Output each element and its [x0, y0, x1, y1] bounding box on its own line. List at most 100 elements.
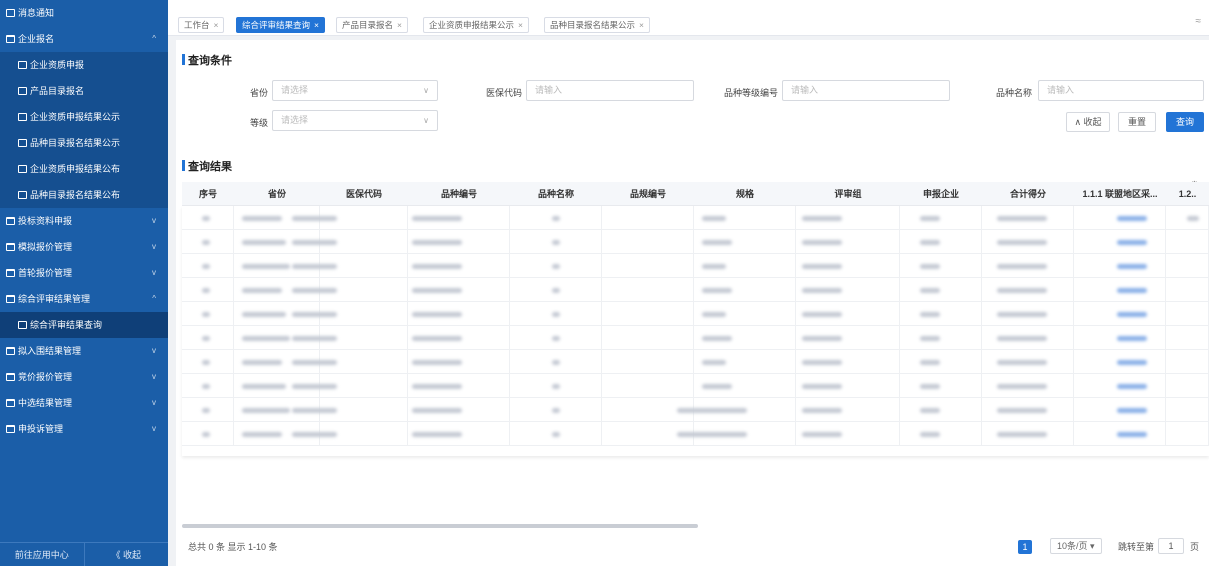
column-header[interactable]: 省份 [234, 182, 320, 206]
redacted-value [552, 360, 560, 365]
table-cell [602, 350, 694, 374]
column-header[interactable]: 评审组 [796, 182, 900, 206]
table-row[interactable] [182, 278, 1209, 302]
column-header[interactable]: 品规编号 [602, 182, 694, 206]
redacted-value [552, 432, 560, 437]
sidebar-item-label: 消息通知 [18, 8, 55, 18]
column-header[interactable]: 品种编号 [408, 182, 510, 206]
folder-icon [6, 373, 15, 381]
app-center-link[interactable]: 前往应用中心 [0, 543, 85, 566]
table-cell [1166, 254, 1209, 278]
variety-name-input[interactable]: 请输入 [1038, 80, 1204, 101]
redacted-value [802, 360, 842, 365]
table-cell [602, 374, 694, 398]
redacted-value [1117, 216, 1147, 221]
page-number-current[interactable]: 1 [1018, 540, 1032, 554]
sidebar-item-label: 企业资质申报结果公布 [30, 164, 121, 174]
table-row[interactable] [182, 398, 1209, 422]
redacted-value [552, 240, 560, 245]
jump-page-input[interactable]: 1 [1158, 538, 1184, 554]
grade-select[interactable]: 请选择 ∨ [272, 110, 438, 131]
sidebar-item[interactable]: 首轮报价管理 v [0, 260, 168, 286]
table-row[interactable] [182, 254, 1209, 278]
jump-to-label: 跳转至第 [1118, 542, 1155, 552]
redacted-value [920, 288, 940, 293]
page-unit-label: 页 [1190, 542, 1200, 552]
horizontal-scrollbar[interactable] [182, 524, 698, 528]
redacted-value [997, 408, 1047, 413]
sidebar-item[interactable]: 投标资料申报 v [0, 208, 168, 234]
table-row[interactable] [182, 302, 1209, 326]
tab-item[interactable]: 企业资质申报结果公示 × [423, 17, 529, 33]
insurance-code-input[interactable]: 请输入 [526, 80, 694, 101]
sidebar-item[interactable]: 中选结果管理 v [0, 390, 168, 416]
column-header[interactable]: 品种名称 [510, 182, 602, 206]
redacted-value [292, 312, 337, 317]
column-header[interactable]: 合计得分 [982, 182, 1074, 206]
redacted-value [412, 360, 462, 365]
redacted-value [997, 360, 1047, 365]
document-icon [18, 321, 27, 329]
province-select[interactable]: 请选择 ∨ [272, 80, 438, 101]
column-header[interactable]: 医保代码 [320, 182, 408, 206]
tab-item[interactable]: 产品目录报名 × [336, 17, 408, 33]
tabs-collapse-icon[interactable]: ≈ [1196, 16, 1202, 27]
variety-grade-code-input[interactable]: 请输入 [782, 80, 950, 101]
redacted-value [552, 384, 560, 389]
sidebar-item[interactable]: 拟入围结果管理 v [0, 338, 168, 364]
chevron-down-icon: v [152, 372, 156, 381]
column-header[interactable]: 1.2.. [1166, 182, 1209, 206]
document-icon [18, 61, 27, 69]
close-icon[interactable]: × [314, 20, 319, 30]
sidebar-item[interactable]: 竞价报价管理 v [0, 364, 168, 390]
sidebar-item[interactable]: 综合评审结果查询 [0, 312, 168, 338]
table-cell [1166, 350, 1209, 374]
tab-item[interactable]: 品种目录报名结果公示 × [544, 17, 650, 33]
redacted-value [202, 312, 210, 317]
sidebar-collapse-button[interactable]: 《 收起 [85, 543, 169, 566]
redacted-value [997, 336, 1047, 341]
sidebar-item[interactable]: 模拟报价管理 v [0, 234, 168, 260]
table-row[interactable] [182, 350, 1209, 374]
column-header[interactable]: 申报企业 [900, 182, 982, 206]
collapse-button[interactable]: ∧ 收起 [1066, 112, 1110, 132]
folder-icon [6, 425, 15, 433]
column-header[interactable]: 1.1.1 联盟地区采... [1074, 182, 1166, 206]
variety-grade-code-label: 品种等级编号 [723, 88, 778, 98]
close-icon[interactable]: × [397, 20, 402, 30]
column-header[interactable]: 序号 [182, 182, 234, 206]
sidebar-item-label: 产品目录报名 [30, 86, 85, 96]
close-icon[interactable]: × [518, 20, 523, 30]
province-placeholder: 请选择 [281, 85, 309, 95]
table-row[interactable] [182, 374, 1209, 398]
reset-button[interactable]: 重置 [1118, 112, 1156, 132]
variety-grade-code-placeholder: 请输入 [791, 85, 819, 95]
search-button[interactable]: 查询 [1166, 112, 1204, 132]
sidebar-item[interactable]: 申投诉管理 v [0, 416, 168, 442]
sidebar-item[interactable]: 品种目录报名结果公示 [0, 130, 168, 156]
folder-icon [6, 217, 15, 225]
variety-name-placeholder: 请输入 [1047, 85, 1075, 95]
sidebar-item[interactable]: 综合评审结果管理 ^ [0, 286, 168, 312]
sidebar-item[interactable]: 企业报名 ^ [0, 26, 168, 52]
close-icon[interactable]: × [639, 20, 644, 30]
sidebar-item[interactable]: 企业资质申报 [0, 52, 168, 78]
table-row[interactable] [182, 206, 1209, 230]
table-row[interactable] [182, 326, 1209, 350]
tab-item[interactable]: 综合评审结果查询 × [236, 17, 325, 33]
table-row[interactable] [182, 230, 1209, 254]
table-row[interactable] [182, 422, 1209, 446]
sidebar-item[interactable]: 企业资质申报结果公布 [0, 156, 168, 182]
sidebar-item[interactable]: 产品目录报名 [0, 78, 168, 104]
sidebar-item[interactable]: 企业资质申报结果公示 [0, 104, 168, 130]
sidebar-item[interactable]: 品种目录报名结果公布 [0, 182, 168, 208]
tab-label: 工作台 [184, 20, 210, 30]
close-icon[interactable]: × [214, 20, 219, 30]
redacted-value [702, 288, 732, 293]
tab-item[interactable]: 工作台 × [178, 17, 225, 33]
column-header[interactable]: 规格 [694, 182, 796, 206]
sidebar-item[interactable]: 消息通知 [0, 0, 168, 26]
redacted-value [997, 432, 1047, 437]
page-size-select[interactable]: 10条/页 ▾ [1050, 538, 1102, 554]
sidebar-item-label: 企业资质申报结果公示 [30, 112, 121, 122]
